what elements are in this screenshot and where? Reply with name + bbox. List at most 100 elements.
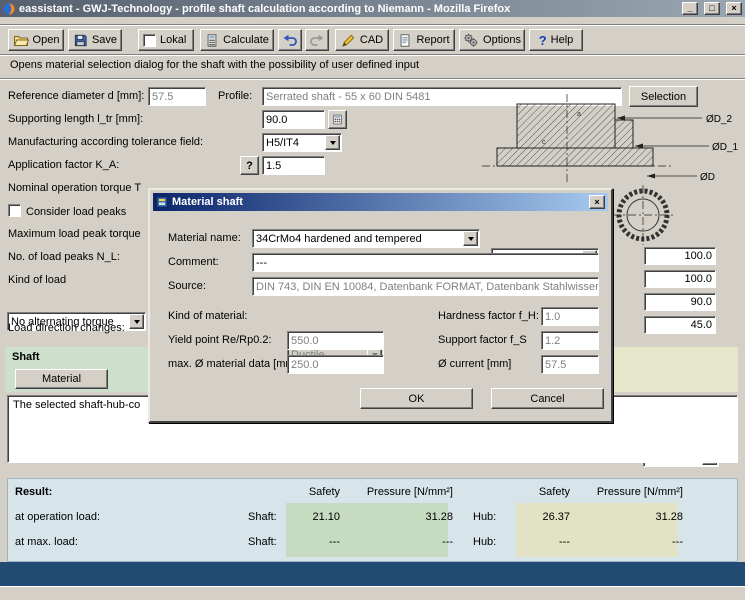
result-hub-label: Hub: <box>473 536 496 549</box>
application-factor-field[interactable]: 1.5 <box>262 156 325 175</box>
window-title: eassistant - GWJ-Technology - profile sh… <box>19 3 676 15</box>
calculate-button-label: Calculate <box>223 34 269 46</box>
result-value: 21.10 <box>280 511 340 524</box>
dialog-icon <box>156 196 168 208</box>
tolerance-value: H5/IT4 <box>266 137 299 149</box>
gears-icon <box>463 32 479 48</box>
cad-pencil-icon <box>341 33 356 48</box>
result-safety-header-shaft: Safety <box>280 486 340 499</box>
statusbar-hint: Opens material selection dialog for the … <box>10 59 419 72</box>
dialog-titlebar: Material shaft × <box>153 193 608 211</box>
help-button-label: Help <box>551 34 574 46</box>
result-value: --- <box>280 536 340 549</box>
dim-d-label: ØD <box>700 172 715 183</box>
load-direction-label: Load direction changes: <box>8 322 125 335</box>
reference-diameter-field: 57.5 <box>148 87 206 106</box>
options-button-label: Options <box>483 34 521 46</box>
calculate-button[interactable]: Calculate <box>200 29 274 51</box>
result-pressure-header-shaft: Pressure [N/mm²] <box>353 486 453 499</box>
result-row-label: at operation load: <box>15 511 100 524</box>
help-button[interactable]: ? Help <box>529 29 583 51</box>
window-titlebar: eassistant - GWJ-Technology - profile sh… <box>0 0 745 17</box>
save-floppy-icon <box>73 33 88 48</box>
dialog-close-button[interactable]: × <box>589 195 605 209</box>
supporting-length-calculator-button[interactable] <box>328 110 347 129</box>
options-button[interactable]: Options <box>459 29 525 51</box>
max-diameter-field: 250.0 <box>287 355 384 374</box>
hardness-factor-label: Hardness factor f_H: <box>438 310 539 323</box>
report-button-label: Report <box>416 34 449 46</box>
drawing-a-label: a <box>577 111 581 118</box>
consider-load-peaks-label: Consider load peaks <box>26 206 126 219</box>
cancel-button[interactable]: Cancel <box>491 388 604 409</box>
save-button[interactable]: Save <box>68 29 122 51</box>
lokal-checkbox[interactable] <box>143 34 156 47</box>
note-text: The selected shaft-hub-co <box>13 399 140 411</box>
open-button[interactable]: Open <box>8 29 64 51</box>
drawing-c-label: c <box>542 139 546 146</box>
result-value: 26.37 <box>510 511 570 524</box>
redo-arrow-icon <box>309 32 325 48</box>
material-name-dropdown-arrow[interactable] <box>463 231 478 246</box>
support-factor-label: Support factor f_S <box>438 334 527 347</box>
max-diameter-label: max. Ø material data [mm] <box>168 358 298 371</box>
divider <box>0 24 745 26</box>
application-factor-help-button[interactable]: ? <box>240 156 259 175</box>
cad-button[interactable]: CAD <box>335 29 389 51</box>
hub-inner-diameter-field[interactable]: 100.0 <box>644 270 716 288</box>
profile-label: Profile: <box>218 90 252 103</box>
consider-load-peaks-checkbox[interactable] <box>8 204 21 217</box>
shaft-material-button[interactable]: Material <box>15 369 108 389</box>
result-panel: Result: Safety Pressure [N/mm²] Safety P… <box>7 478 738 562</box>
dialog-title: Material shaft <box>172 196 583 208</box>
result-safety-header-hub: Safety <box>510 486 570 499</box>
save-button-label: Save <box>92 34 117 46</box>
cad-button-label: CAD <box>360 34 383 46</box>
material-name-label: Material name: <box>168 232 241 245</box>
divider <box>0 54 745 56</box>
supporting-length-label: Supporting length l_tr [mm]: <box>8 113 143 126</box>
material-shaft-dialog: Material shaft × Material name: 34CrMo4 … <box>148 188 613 423</box>
window-statusbar <box>0 586 745 600</box>
serration-teeth <box>619 191 667 239</box>
result-hub-label: Hub: <box>473 511 496 524</box>
maximize-button[interactable]: □ <box>704 2 720 15</box>
reference-diameter-label: Reference diameter d [mm]: <box>8 90 144 103</box>
yield-point-field: 550.0 <box>287 331 384 350</box>
open-folder-icon <box>13 32 29 48</box>
max-load-peak-label: Maximum load peak torque <box>8 228 141 241</box>
load-peaks-label: No. of load peaks N_L: <box>8 251 120 264</box>
undo-arrow-icon <box>282 32 298 48</box>
tolerance-dropdown-arrow[interactable] <box>325 135 340 150</box>
lokal-label: Lokal <box>160 34 186 46</box>
comment-field[interactable]: --- <box>252 253 599 272</box>
hub-width-field[interactable]: 90.0 <box>644 293 716 311</box>
application-factor-label: Application factor K_A: <box>8 159 119 172</box>
result-pressure-header-hub: Pressure [N/mm²] <box>583 486 683 499</box>
kind-of-load-dropdown-arrow[interactable] <box>129 314 144 329</box>
open-button-label: Open <box>33 34 60 46</box>
close-button[interactable]: × <box>726 2 742 15</box>
supporting-length-field[interactable]: 90.0 <box>262 110 325 129</box>
divider <box>0 78 745 80</box>
material-name-combobox[interactable]: 34CrMo4 hardened and tempered <box>252 229 480 248</box>
comment-label: Comment: <box>168 256 219 269</box>
support-factor-field: 1.2 <box>541 331 599 350</box>
result-value: --- <box>510 536 570 549</box>
report-button[interactable]: Report <box>393 29 455 51</box>
tolerance-combobox[interactable]: H5/IT4 <box>262 133 342 152</box>
material-name-value: 34CrMo4 hardened and tempered <box>256 233 422 245</box>
minimize-button[interactable]: _ <box>682 2 698 15</box>
result-row-label: at max. load: <box>15 536 78 549</box>
source-field: DIN 743, DIN EN 10084, Datenbank FORMAT,… <box>252 277 599 296</box>
result-value: 31.28 <box>393 511 453 524</box>
firefox-icon <box>3 3 15 15</box>
hub-outer-diameter-field[interactable]: 100.0 <box>644 247 716 265</box>
undo-button[interactable] <box>278 29 302 51</box>
redo-button[interactable] <box>305 29 329 51</box>
current-diameter-field: 57.5 <box>541 355 599 374</box>
ok-button[interactable]: OK <box>360 388 473 409</box>
lokal-toggle[interactable]: Lokal <box>138 29 194 51</box>
hub-distance-field[interactable]: 45.0 <box>644 316 716 334</box>
dim-d2-label: ØD_2 <box>706 114 733 125</box>
